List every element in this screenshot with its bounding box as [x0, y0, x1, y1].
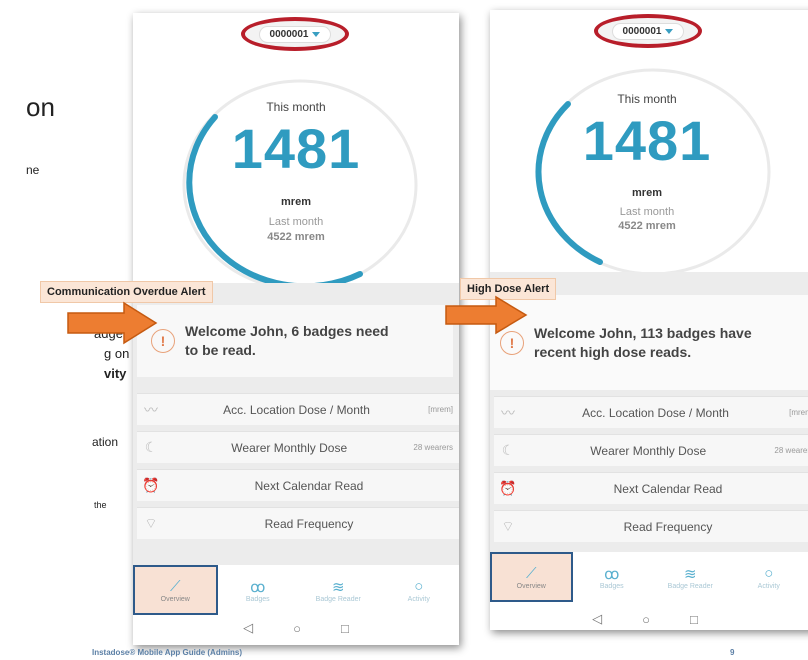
menu-row-label: Next Calendar Read — [613, 481, 723, 496]
chevron-down-icon — [665, 28, 674, 34]
menu-row-acc-location-dose[interactable]: 〰 Acc. Location Dose / Month [mrem] — [137, 393, 459, 425]
trend-icon: 〰 — [144, 401, 158, 418]
alarm-clock-icon: ⏰ — [142, 477, 160, 493]
left-text-fragment: vity — [104, 366, 127, 381]
phone-screen-high-dose-alert: 0000001 This month 1481 mrem Last month … — [490, 10, 808, 630]
home-icon[interactable]: ○ — [642, 612, 650, 627]
recents-icon[interactable]: □ — [341, 621, 349, 636]
communication-overdue-alert-label: Communication Overdue Alert — [40, 281, 213, 303]
menu-row-side-label: 28 wearers — [774, 446, 808, 455]
wifi-icon: ⌔ — [501, 517, 515, 534]
alert-message: Welcome John, 113 badges have recent hig… — [534, 324, 752, 360]
dose-value: 1481 — [582, 109, 712, 172]
chat-icon: ○ — [764, 564, 774, 582]
tab-activity[interactable]: ○ Activity — [379, 565, 460, 615]
alert-message: Welcome John, 6 badges need to be read. — [185, 323, 389, 358]
dose-unit: mrem — [632, 187, 662, 199]
tab-overview[interactable]: ⟋ Overview — [133, 565, 218, 615]
menu-row-label: Wearer Monthly Dose — [590, 443, 707, 458]
menu-row-label: Acc. Location Dose / Month — [582, 405, 729, 420]
menu-row-wearer-monthly-dose[interactable]: ☾ Wearer Monthly Dose 28 wearers — [137, 431, 459, 463]
menu-row-next-calendar-read[interactable]: ⏰ Next Calendar Read — [494, 472, 808, 504]
menu-row-label: Read Frequency — [264, 516, 354, 531]
tab-activity[interactable]: ○ Activity — [730, 552, 808, 602]
phone-screen-communication-alert: 0000001 This month 1481 mrem Last month … — [133, 13, 459, 645]
account-selector[interactable]: 0000001 — [241, 17, 349, 51]
this-month-label: This month — [266, 100, 326, 114]
menu-row-read-frequency[interactable]: ⌔ Read Frequency — [494, 510, 808, 542]
back-icon[interactable]: ◁ — [592, 611, 602, 627]
moon-icon: ☾ — [501, 442, 515, 458]
account-selector[interactable]: 0000001 — [594, 14, 702, 48]
left-text-fragment: ne — [26, 163, 40, 177]
tab-label: Overview — [516, 582, 546, 590]
menu-row-label: Wearer Monthly Dose — [231, 440, 348, 455]
menu-row-acc-location-dose[interactable]: 〰 Acc. Location Dose / Month [mrem] — [494, 396, 808, 428]
recents-icon[interactable]: □ — [690, 612, 698, 627]
tab-badges[interactable]: ꝏ Badges — [573, 552, 652, 602]
android-nav-bar: ◁ ○ □ — [133, 615, 459, 641]
chart-icon: ⟋ — [525, 564, 537, 582]
bottom-tab-bar: ⟋ Overview ꝏ Badges ≋ Badge Reader ○ Activit… — [133, 565, 459, 615]
last-month-label: Last month — [268, 216, 324, 228]
menu-row-side-label: [mrem] — [428, 405, 453, 414]
alert-card[interactable]: ! Welcome John, 6 badges need to be read… — [137, 305, 453, 377]
orange-arrow-right — [445, 295, 528, 335]
chart-icon: ⟋ — [169, 577, 181, 595]
guide-title: Instadose® Mobile App Guide (Admins) — [92, 648, 243, 657]
people-icon: ꝏ — [604, 565, 620, 583]
account-id: 0000001 — [269, 28, 309, 40]
menu-row-wearer-monthly-dose[interactable]: ☾ Wearer Monthly Dose 28 wearers — [494, 434, 808, 466]
tab-label: Activity — [407, 595, 430, 603]
chevron-down-icon — [312, 31, 321, 37]
tab-label: Activity — [757, 582, 780, 590]
wifi-icon: ⌔ — [144, 514, 158, 531]
alarm-clock-icon: ⏰ — [499, 480, 517, 496]
tab-label: Badge Reader — [667, 582, 713, 590]
tab-overview[interactable]: ⟋ Overview — [490, 552, 573, 602]
dose-value: 1481 — [231, 117, 361, 180]
menu-row-label: Read Frequency — [623, 519, 713, 534]
last-month-value: 4522 mrem — [267, 231, 325, 243]
tab-label: Badges — [599, 582, 624, 590]
left-text-fragment: ation — [92, 435, 119, 449]
menu-row-side-label: 28 wearers — [413, 443, 453, 452]
moon-icon: ☾ — [144, 439, 158, 455]
menu-row-side-label: [mrem] — [789, 408, 808, 417]
trend-icon: 〰 — [501, 404, 515, 421]
bottom-tab-bar: ⟋ Overview ꝏ Badges ≋ Badge Reader ○ Activit… — [490, 552, 808, 602]
home-icon[interactable]: ○ — [293, 621, 301, 636]
alert-card[interactable]: ! Welcome John, 113 badges have recent h… — [490, 295, 808, 390]
tab-label: Overview — [160, 595, 190, 603]
this-month-label: This month — [617, 92, 677, 106]
wifi-icon: ≋ — [331, 578, 345, 596]
people-icon: ꝏ — [250, 578, 266, 596]
android-nav-bar: ◁ ○ □ — [490, 606, 800, 630]
tab-badge-reader[interactable]: ≋ Badge Reader — [651, 552, 730, 602]
menu-row-read-frequency[interactable]: ⌔ Read Frequency — [137, 507, 459, 539]
tab-badges[interactable]: ꝏ Badges — [218, 565, 299, 615]
left-text-fragment: g on — [104, 346, 130, 361]
left-text-fragment: the — [94, 500, 107, 510]
back-icon[interactable]: ◁ — [243, 620, 253, 636]
chat-icon: ○ — [414, 577, 424, 595]
tab-label: Badge Reader — [315, 595, 361, 603]
last-month-value: 4522 mrem — [618, 220, 676, 232]
dose-unit: mrem — [281, 196, 311, 208]
last-month-label: Last month — [619, 206, 675, 218]
menu-row-next-calendar-read[interactable]: ⏰ Next Calendar Read — [137, 469, 459, 501]
orange-arrow-left — [67, 301, 158, 345]
left-heading-fragment: on — [26, 92, 55, 122]
tab-badge-reader[interactable]: ≋ Badge Reader — [298, 565, 379, 615]
page-number: 9 — [730, 648, 735, 657]
account-id: 0000001 — [622, 25, 662, 37]
menu-row-label: Acc. Location Dose / Month — [223, 402, 370, 417]
tab-label: Badges — [245, 595, 270, 603]
wifi-icon: ≋ — [683, 565, 697, 583]
menu-row-label: Next Calendar Read — [254, 478, 364, 493]
